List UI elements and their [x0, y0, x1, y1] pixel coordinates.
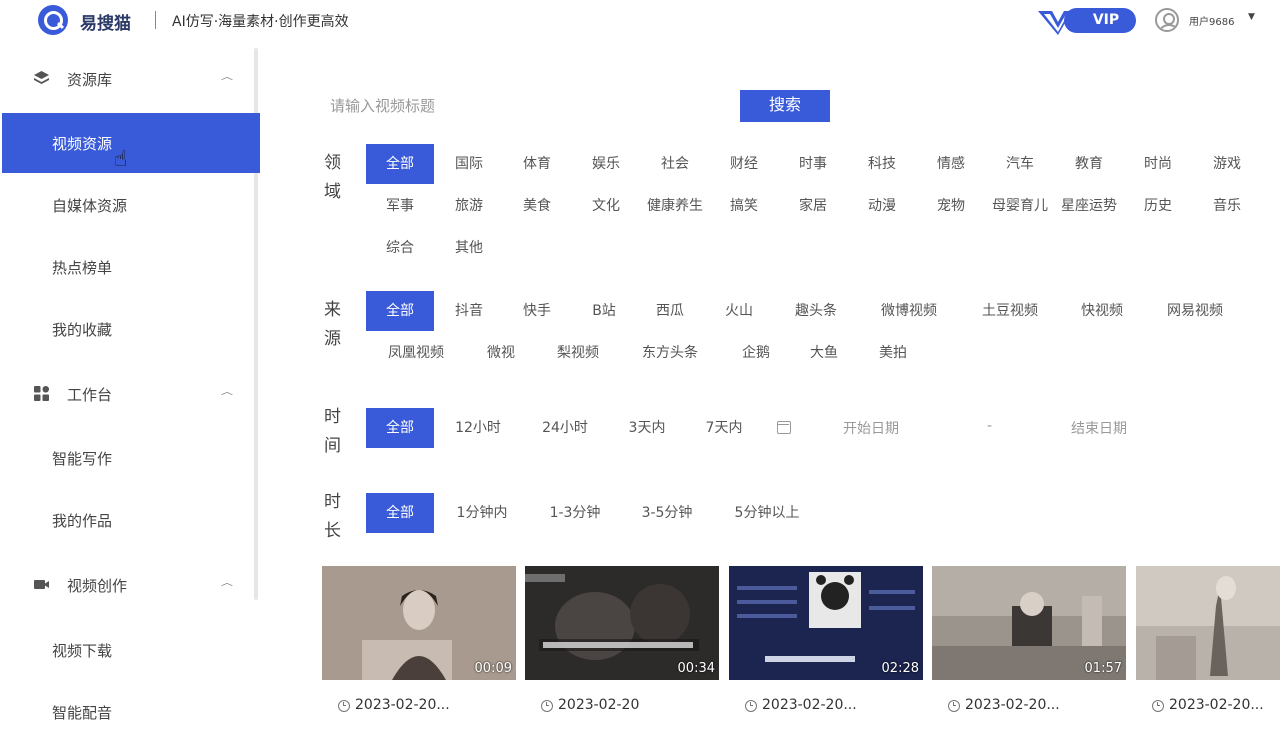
source-filter-option[interactable]: 东方头条	[620, 333, 720, 373]
video-date: 2023-02-20	[558, 697, 640, 713]
clock-icon	[745, 700, 757, 712]
search-input[interactable]	[330, 92, 725, 120]
video-date: 2023-02-20...	[965, 697, 1060, 713]
sidebar-item-label: 智能写作	[52, 450, 113, 468]
video-card[interactable]: 00:09	[322, 566, 516, 680]
video-card[interactable]: 00:34	[525, 566, 719, 680]
hand-cursor-icon: ☝	[114, 147, 128, 172]
chevron-up-icon: ︿	[221, 386, 234, 397]
sidebar-item-label: 热点榜单	[52, 259, 113, 277]
source-filter-option[interactable]: 快视频	[1052, 291, 1152, 331]
calendar-icon[interactable]	[777, 421, 791, 434]
duration-filter-option[interactable]: 全部	[366, 493, 434, 533]
sidebar-item-my-works[interactable]: 我的作品	[2, 490, 260, 550]
source-filter-option[interactable]: 土豆视频	[960, 291, 1060, 331]
duration-filter-option[interactable]: 1-3分钟	[525, 493, 625, 533]
sidebar-item-label: 自媒体资源	[52, 197, 128, 215]
date-separator: -	[987, 418, 993, 434]
sidebar-item-label: 我的作品	[52, 512, 113, 530]
duration-filter-option[interactable]: 5分钟以上	[717, 493, 817, 533]
chevron-up-icon: ︿	[221, 71, 234, 82]
video-duration: 02:28	[881, 661, 919, 676]
source-filter-option[interactable]: 趣头条	[766, 291, 866, 331]
video-camera-icon	[34, 580, 49, 589]
clock-icon	[541, 700, 553, 712]
search-button[interactable]: 搜索	[740, 90, 830, 122]
sidebar-group-label: 视频创作	[67, 577, 128, 595]
sidebar-group-workspace[interactable]: 工作台 ︿	[0, 373, 260, 413]
sidebar-item-smart-writing[interactable]: 智能写作	[2, 428, 260, 488]
clock-icon	[948, 700, 960, 712]
top-bar: 易搜猫 AI仿写·海量素材·创作更高效 VIP 用户9686 ▼	[0, 0, 1280, 40]
vip-button[interactable]: VIP	[1038, 8, 1136, 35]
video-card[interactable]: 01:57	[932, 566, 1126, 680]
logo-icon[interactable]	[38, 5, 68, 35]
filter-label-domain: 领域	[324, 153, 341, 202]
video-date: 2023-02-20...	[355, 697, 450, 713]
video-duration: 01:57	[1084, 661, 1122, 676]
sidebar-group-resources[interactable]: 资源库 ︿	[0, 58, 260, 98]
video-date: 2023-02-20...	[762, 697, 857, 713]
time-filter-option[interactable]: 12小时	[428, 408, 528, 448]
sidebar-item-smart-voiceover[interactable]: 智能配音	[2, 682, 260, 742]
database-icon	[34, 71, 49, 84]
time-filter-option[interactable]: 全部	[366, 408, 434, 448]
caret-down-icon[interactable]: ▼	[1248, 12, 1255, 22]
dashboard-icon	[34, 386, 49, 401]
source-filter-option[interactable]: 美拍	[843, 333, 943, 373]
end-date-input[interactable]: 结束日期	[1071, 418, 1127, 438]
duration-filter-option[interactable]: 1分钟内	[432, 493, 532, 533]
sidebar-item-hot-list[interactable]: 热点榜单	[2, 237, 260, 297]
source-filter-option[interactable]: 梨视频	[528, 333, 628, 373]
video-duration: 00:34	[677, 661, 715, 676]
video-card[interactable]: 02:28	[729, 566, 923, 680]
video-date: 2023-02-20...	[1169, 697, 1264, 713]
domain-filter-option[interactable]: 音乐	[1177, 186, 1277, 226]
avatar[interactable]	[1155, 8, 1179, 32]
clock-icon	[1152, 700, 1164, 712]
sidebar-item-video-download[interactable]: 视频下载	[2, 620, 260, 680]
sidebar-group-label: 工作台	[67, 386, 113, 404]
filter-label-time: 时间	[324, 407, 341, 456]
domain-filter-option[interactable]: 游戏	[1177, 144, 1277, 184]
time-filter-option[interactable]: 7天内	[674, 408, 774, 448]
chevron-up-icon: ︿	[221, 577, 234, 588]
video-card[interactable]	[1136, 566, 1280, 680]
sidebar-item-label: 我的收藏	[52, 321, 113, 339]
sidebar-item-label: 视频资源	[52, 135, 113, 153]
domain-filter-option[interactable]	[487, 228, 587, 268]
vip-label: VIP	[1064, 8, 1136, 33]
sidebar-group-label: 资源库	[67, 71, 113, 89]
sidebar-item-video-resources[interactable]: 视频资源	[2, 113, 260, 173]
slogan: AI仿写·海量素材·创作更高效	[172, 14, 349, 30]
sidebar-item-media-resources[interactable]: 自媒体资源	[2, 175, 260, 235]
sidebar-group-video-creation[interactable]: 视频创作 ︿	[0, 564, 260, 604]
sidebar-item-label: 视频下载	[52, 642, 113, 660]
divider	[155, 11, 156, 29]
filter-label-duration: 时长	[324, 492, 341, 541]
source-filter-option[interactable]: 网易视频	[1145, 291, 1245, 331]
duration-filter-option[interactable]: 3-5分钟	[617, 493, 717, 533]
sidebar-item-favorites[interactable]: 我的收藏	[2, 299, 260, 359]
username[interactable]: 用户9686	[1189, 13, 1234, 28]
source-filter-option[interactable]: 微博视频	[859, 291, 959, 331]
video-thumbnail	[1136, 566, 1280, 680]
start-date-input[interactable]: 开始日期	[843, 418, 899, 438]
video-duration: 00:09	[474, 661, 512, 676]
logo-name[interactable]: 易搜猫	[80, 9, 131, 34]
clock-icon	[338, 700, 350, 712]
filter-label-source: 来源	[324, 300, 341, 349]
